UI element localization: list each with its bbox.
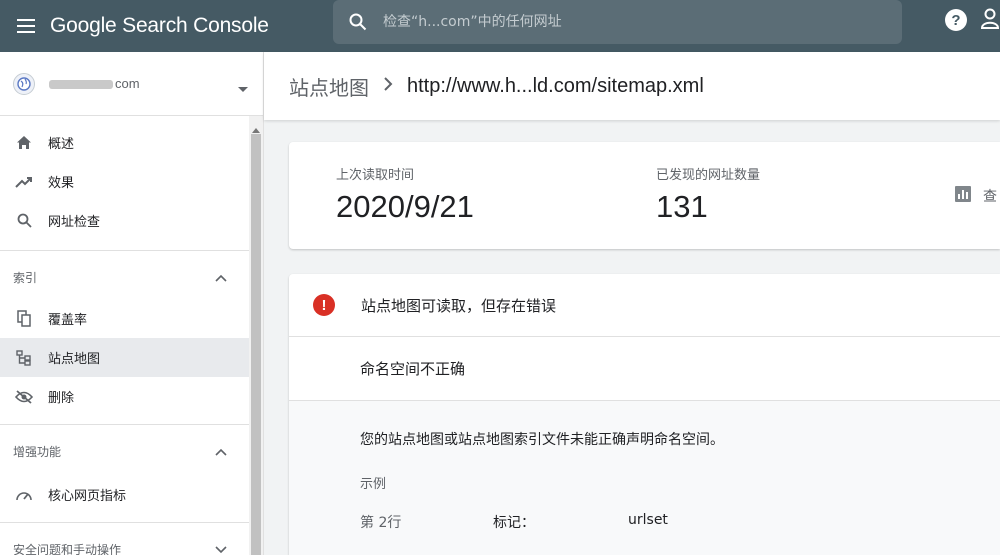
issue-title: 命名空间不正确 xyxy=(360,360,466,378)
svg-text:?: ? xyxy=(951,12,960,29)
nav-top: 概述 效果 网址检查 xyxy=(0,123,263,240)
top-app-bar: Google Search Console ? xyxy=(0,0,1000,52)
issue-description: 您的站点地图或站点地图索引文件未能正确声明命名空间。 xyxy=(360,432,724,448)
chevron-down-icon[interactable] xyxy=(215,543,227,555)
view-index-coverage-button[interactable]: 查 xyxy=(955,186,997,206)
property-name: com xyxy=(49,76,140,91)
trending-icon xyxy=(14,172,34,192)
sidebar-item-core-web-vitals[interactable]: 核心网页指标 xyxy=(0,475,263,514)
last-read-value: 2020/9/21 xyxy=(336,189,474,224)
example-line: 第 2行 xyxy=(360,515,402,531)
error-icon: ! xyxy=(313,294,335,316)
sidebar-item-removals[interactable]: 删除 xyxy=(0,377,263,416)
breadcrumb-sitemaps[interactable]: 站点地图 xyxy=(289,72,369,101)
sidebar-item-sitemaps[interactable]: 站点地图 xyxy=(0,338,263,377)
page-header: 站点地图 http://www.h...ld.com/sitemap.xml xyxy=(264,52,1000,120)
search-icon xyxy=(333,0,383,44)
eye-off-icon xyxy=(14,387,34,407)
example-label: 示例 xyxy=(360,477,387,492)
gauge-icon xyxy=(14,485,34,505)
copy-icon xyxy=(14,309,34,329)
sidebar-item-coverage[interactable]: 覆盖率 xyxy=(0,299,263,338)
app-logo[interactable]: Google Search Console xyxy=(50,14,269,38)
section-security[interactable]: 安全问题和手动操作 xyxy=(0,522,263,555)
chevron-up-icon[interactable] xyxy=(215,271,227,285)
account-icon[interactable] xyxy=(980,6,1000,32)
section-enhancements[interactable]: 增强功能 xyxy=(0,424,263,478)
url-inspect-search[interactable] xyxy=(333,0,902,44)
status-message: 站点地图可读取，但存在错误 xyxy=(361,296,557,315)
section-index[interactable]: 索引 xyxy=(0,250,263,304)
sidebar-scrollbar[interactable] xyxy=(249,116,263,555)
scrollbar-thumb[interactable] xyxy=(251,134,261,555)
property-selector[interactable]: com xyxy=(0,52,263,116)
chevron-right-icon xyxy=(383,76,393,96)
example-tag-value: urlset xyxy=(628,512,668,528)
sidebar: com 概述 效果 网址检查 索引 覆盖率 站点地图 删除 增强功能 核心网页指… xyxy=(0,52,264,555)
sitemap-error-card: ! 站点地图可读取，但存在错误 命名空间不正确 您的站点地图或站点地图索引文件未… xyxy=(289,274,1000,555)
sidebar-item-url-inspection[interactable]: 网址检查 xyxy=(0,201,263,240)
stat-discovered-urls: 已发现的网址数量 131 xyxy=(656,168,761,224)
caret-down-icon[interactable] xyxy=(238,80,248,98)
home-icon xyxy=(14,133,34,153)
issue-row[interactable]: 命名空间不正确 xyxy=(289,337,1000,401)
discovered-urls-value: 131 xyxy=(656,189,708,224)
search-icon xyxy=(14,211,34,231)
search-input[interactable] xyxy=(383,14,902,30)
example-tag-label: 标记： xyxy=(493,515,535,531)
stat-last-read: 上次读取时间 2020/9/21 xyxy=(336,168,474,224)
sitemap-icon xyxy=(14,348,34,368)
menu-icon[interactable] xyxy=(4,0,48,52)
page-title: http://www.h...ld.com/sitemap.xml xyxy=(407,74,704,97)
bar-chart-icon xyxy=(955,186,971,206)
globe-icon xyxy=(13,72,35,95)
issue-details: 您的站点地图或站点地图索引文件未能正确声明命名空间。 示例 第 2行 标记： u… xyxy=(289,401,1000,555)
redacted-domain xyxy=(49,80,113,90)
chevron-up-icon[interactable] xyxy=(215,445,227,459)
sitemap-status-row: ! 站点地图可读取，但存在错误 xyxy=(289,274,1000,337)
sidebar-item-performance[interactable]: 效果 xyxy=(0,162,263,201)
sitemap-stats-card: 上次读取时间 2020/9/21 已发现的网址数量 131 查 xyxy=(289,142,1000,249)
sidebar-item-overview[interactable]: 概述 xyxy=(0,123,263,162)
help-icon[interactable]: ? xyxy=(944,8,968,32)
